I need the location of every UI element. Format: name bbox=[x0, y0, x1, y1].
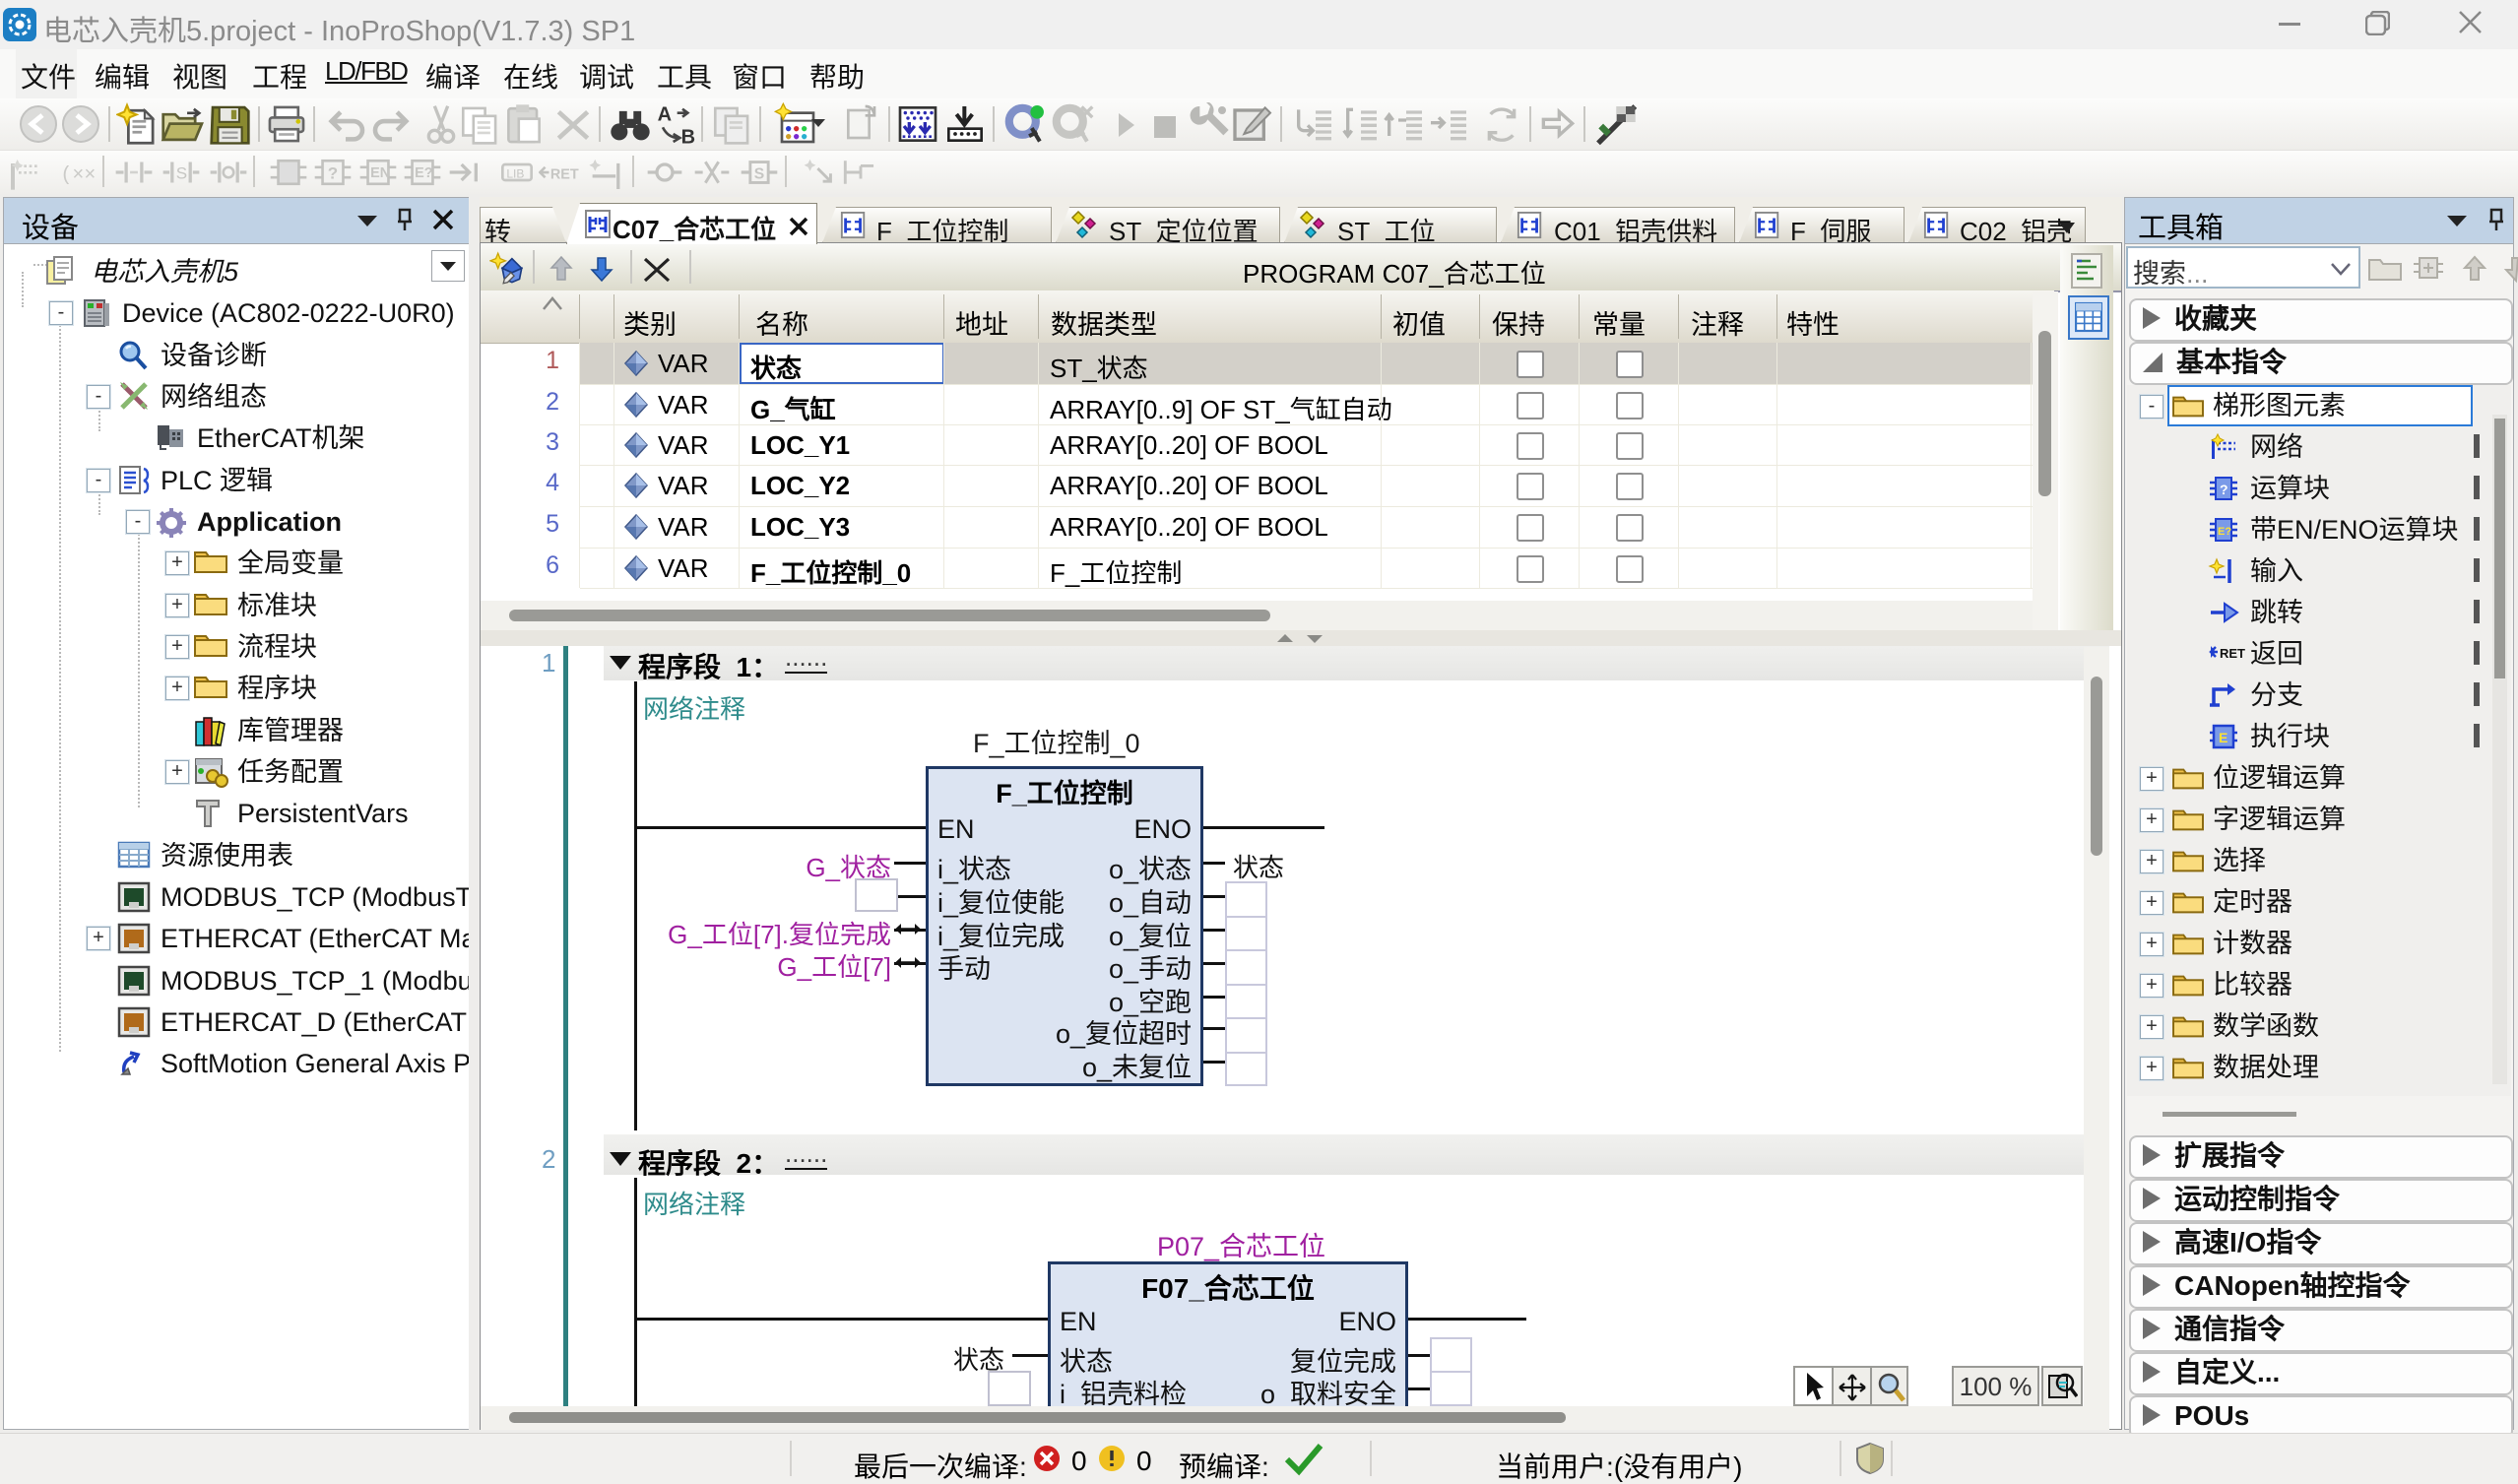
svg-text:?: ? bbox=[328, 164, 338, 183]
svg-text:E?: E? bbox=[2218, 526, 2231, 538]
svg-text:A: A bbox=[658, 104, 672, 126]
svg-text:?: ? bbox=[2220, 482, 2228, 497]
svg-text:S: S bbox=[176, 164, 187, 183]
svg-text:E?: E? bbox=[415, 165, 432, 181]
svg-text:RET: RET bbox=[550, 167, 579, 183]
svg-text:E: E bbox=[2219, 730, 2227, 745]
svg-text:B: B bbox=[681, 126, 695, 146]
svg-text:S: S bbox=[754, 166, 764, 183]
svg-text:(××): (××) bbox=[60, 164, 95, 187]
svg-text:LIB: LIB bbox=[506, 166, 524, 180]
svg-text:RET: RET bbox=[2220, 646, 2245, 661]
svg-text:EN: EN bbox=[370, 165, 390, 181]
